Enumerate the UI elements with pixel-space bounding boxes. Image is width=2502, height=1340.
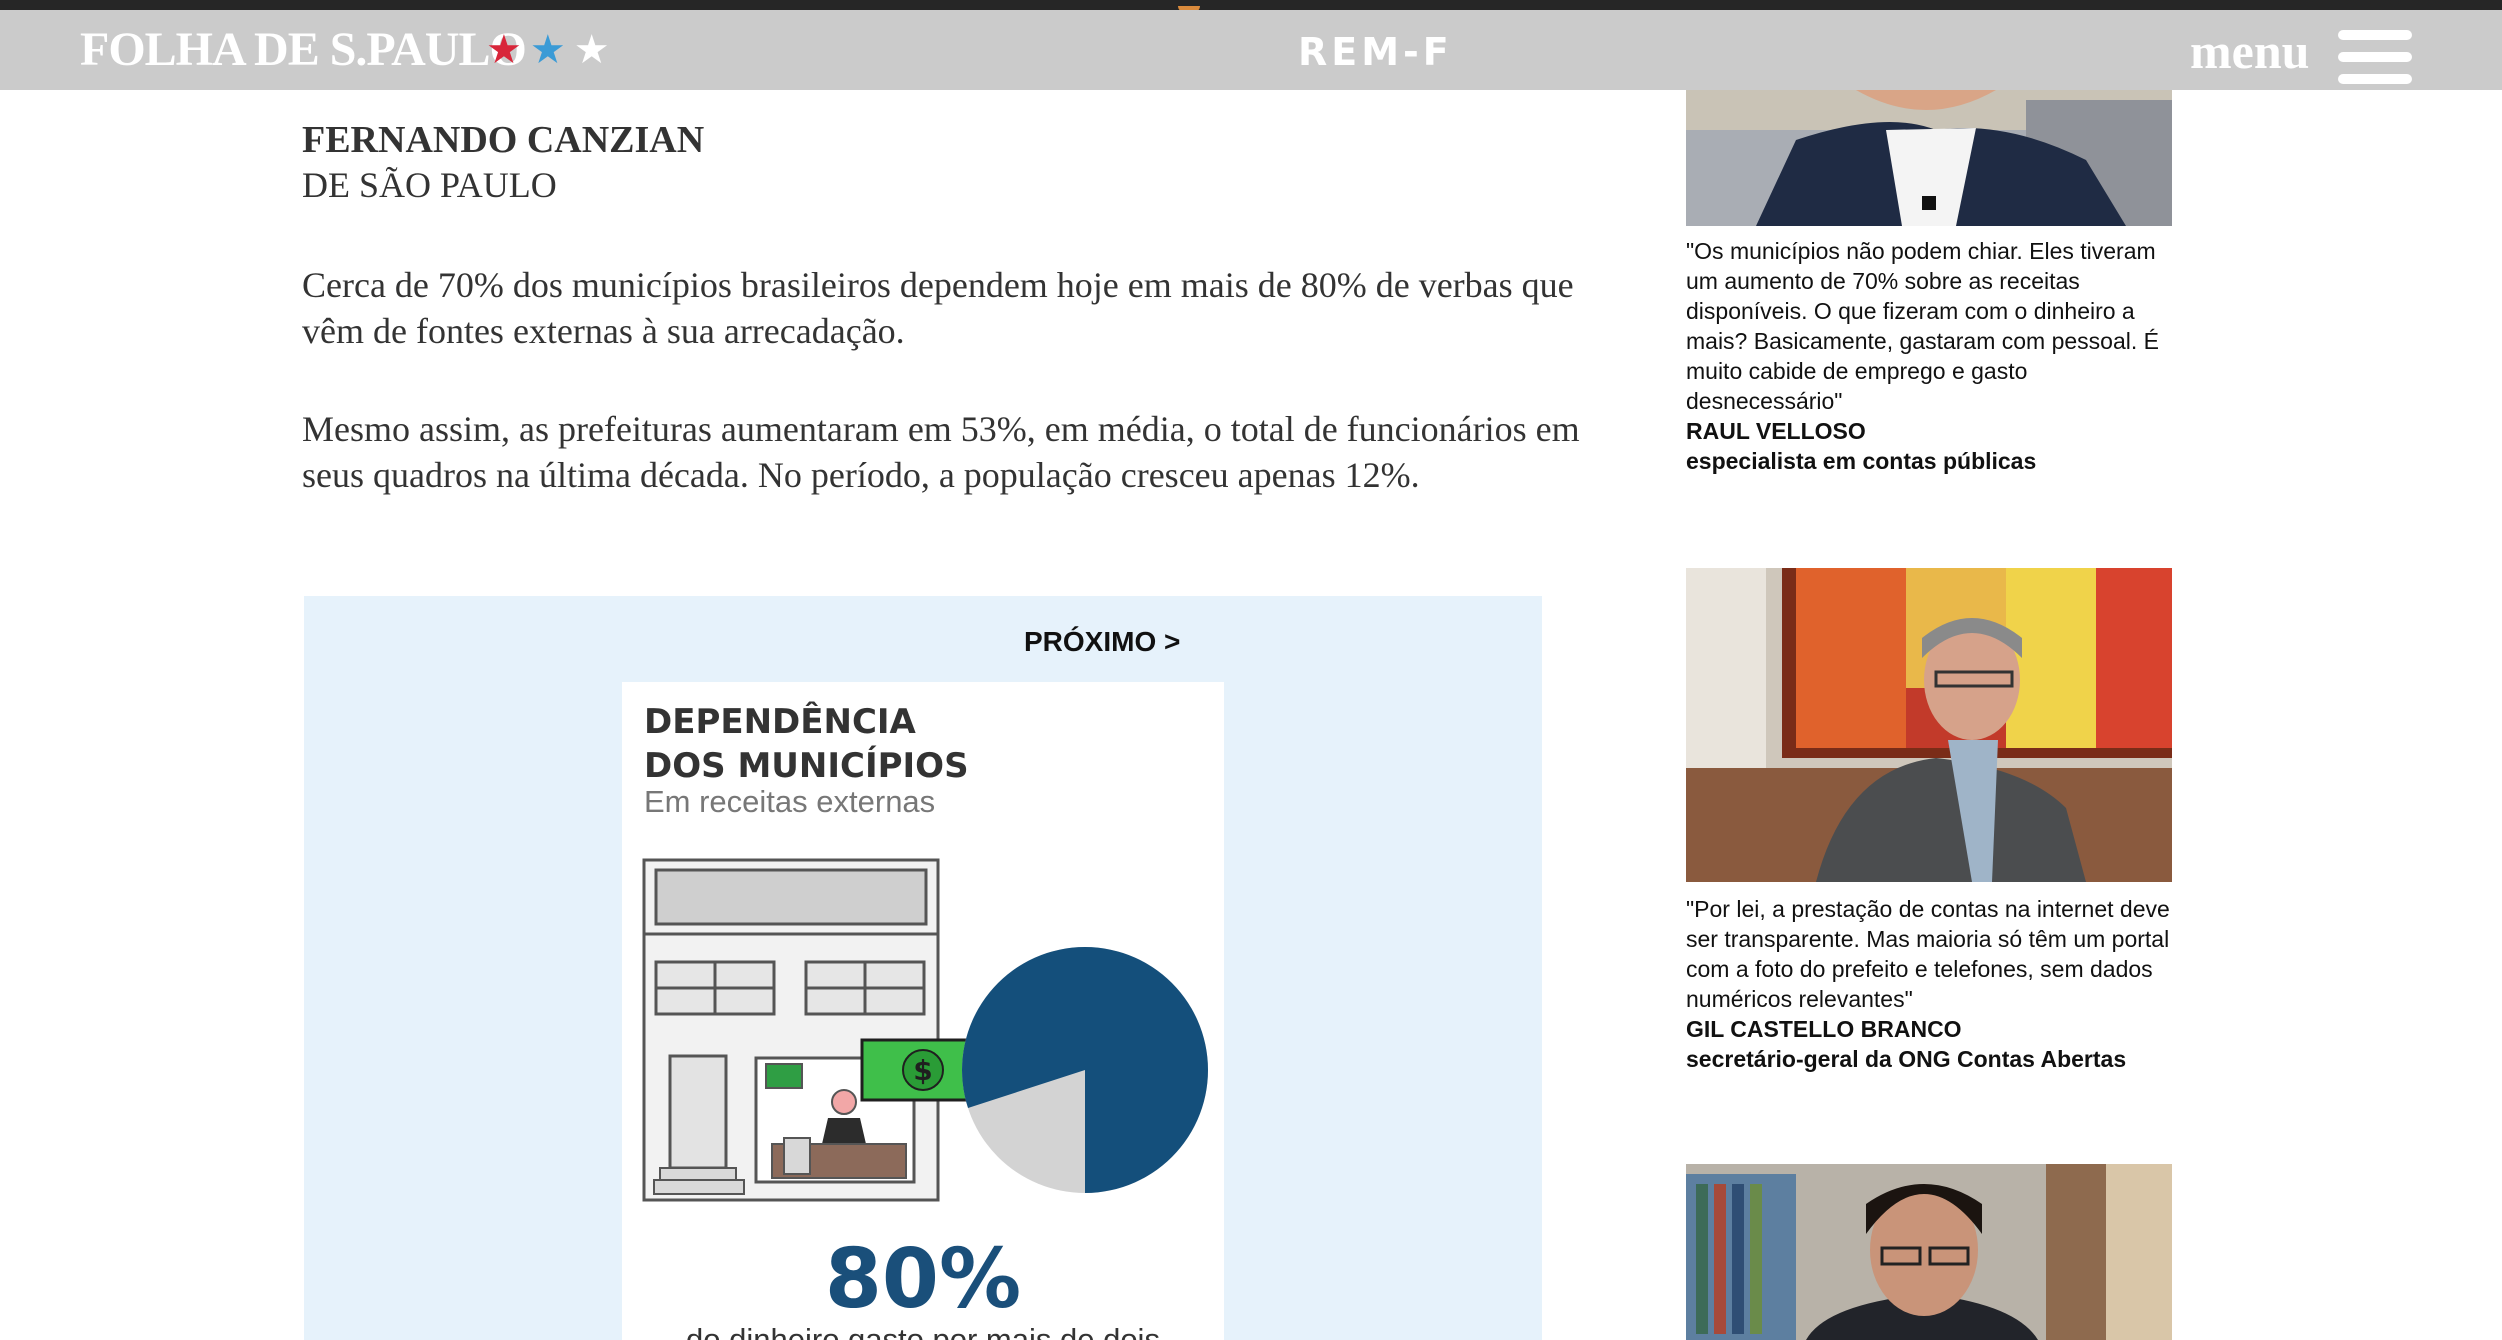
city-hall-illustration: $ — [642, 858, 1208, 1202]
browser-top-strip — [0, 0, 2502, 12]
photo-raul-velloso — [1686, 90, 2172, 226]
hamburger-icon[interactable] — [2338, 30, 2412, 84]
infographic-subtitle: Em receitas externas — [644, 784, 936, 819]
percent-value: 80% — [824, 1232, 1022, 1327]
pie-chart — [961, 947, 1208, 1193]
article-author: FERNANDO CANZIAN — [302, 119, 705, 161]
photo-gil-castello-branco — [1686, 568, 2172, 882]
article-location: DE SÃO PAULO — [302, 165, 557, 205]
menu-button[interactable]: menu — [2190, 22, 2309, 80]
infographic-title-line: DEPENDÊNCIA — [644, 702, 916, 742]
article-paragraph: Cerca de 70% dos municípios brasileiros … — [302, 265, 1574, 351]
star-icon: ★ — [529, 27, 566, 72]
quote-author-role: especialista em contas públicas — [1686, 448, 2037, 474]
logo-stars: ★ ★ ★ — [486, 26, 610, 73]
site-header: FOLHA DE S.PAULO ★ ★ ★ REM-F menu — [0, 10, 2502, 90]
article-paragraph: Mesmo assim, as prefeituras aumentaram e… — [302, 409, 1580, 495]
site-logo[interactable]: FOLHA DE S.PAULO — [80, 22, 527, 77]
door-icon — [668, 1054, 728, 1170]
quote-text: "Os municípios não podem chiar. Eles tiv… — [1686, 238, 2159, 414]
next-slide-button[interactable]: PRÓXIMO > — [1024, 626, 1180, 658]
star-icon: ★ — [486, 27, 522, 72]
infographic-title-line: DOS MUNICÍPIOS — [644, 746, 969, 786]
quote-text: "Por lei, a prestação de contas na inter… — [1686, 896, 2170, 1012]
infographic-slideshow: PRÓXIMO > DEPENDÊNCIA DOS MUNICÍPIOS Em … — [304, 596, 1542, 1340]
quote-author-name: GIL CASTELLO BRANCO — [1686, 1016, 1962, 1042]
quote-author-name: RAUL VELLOSO — [1686, 418, 1866, 444]
svg-text:$: $ — [913, 1054, 932, 1087]
infographic-title: DEPENDÊNCIA DOS MUNICÍPIOS — [644, 700, 969, 788]
photo-third-specialist — [1686, 1164, 2172, 1340]
person-icon — [831, 1089, 857, 1115]
section-title: REM-F — [1298, 30, 1453, 74]
percent-description: do dinheiro gasto por mais de dois — [686, 1322, 1160, 1340]
quote-author-role: secretário-geral da ONG Contas Abertas — [1686, 1046, 2127, 1072]
infographic-card: DEPENDÊNCIA DOS MUNICÍPIOS Em receitas e… — [622, 682, 1224, 1340]
star-icon: ★ — [573, 27, 610, 72]
